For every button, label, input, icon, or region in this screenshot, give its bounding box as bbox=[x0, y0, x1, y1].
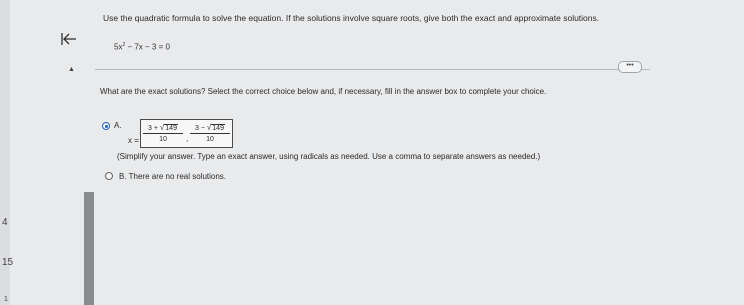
section-divider bbox=[95, 69, 650, 70]
equation: 5x2 − 7x − 3 = 0 bbox=[114, 42, 170, 52]
radicand: 149 bbox=[164, 124, 178, 132]
question-text: What are the exact solutions? Select the… bbox=[100, 87, 547, 96]
scrollbar-thumb[interactable] bbox=[84, 192, 94, 305]
x-equals-label: x = bbox=[128, 136, 139, 145]
choice-b-letter: B. bbox=[119, 172, 127, 181]
instruction-text: Use the quadratic formula to solve the e… bbox=[103, 13, 600, 23]
answer-fraction-2: 3 − √149 10 bbox=[190, 123, 230, 143]
edge-number: 1 bbox=[4, 296, 8, 303]
edge-number: 4 bbox=[2, 217, 8, 228]
separator-comma: , bbox=[186, 134, 189, 143]
answer-fraction-1: 3 + √149 10 bbox=[143, 123, 183, 143]
back-arrow-icon[interactable] bbox=[60, 30, 78, 48]
choice-a-radio[interactable] bbox=[102, 122, 110, 130]
numerator: 3 + √149 bbox=[143, 123, 183, 134]
numerator: 3 − √149 bbox=[190, 123, 230, 134]
choice-b-radio[interactable] bbox=[105, 172, 113, 180]
radicand: 149 bbox=[211, 124, 225, 132]
more-options-button[interactable]: ••• bbox=[618, 61, 642, 73]
numerator-prefix: 3 − bbox=[195, 125, 207, 132]
choice-a-letter: A. bbox=[114, 121, 122, 130]
choice-b-label[interactable]: B. There are no real solutions. bbox=[119, 172, 226, 181]
bullet-icon: ▲ bbox=[68, 66, 75, 73]
answer-hint-text: (Simplify your answer. Type an exact ans… bbox=[117, 152, 541, 161]
denominator: 10 bbox=[159, 136, 167, 143]
choice-b-text: There are no real solutions. bbox=[128, 172, 227, 181]
answer-input-box[interactable]: 3 + √149 10 , 3 − √149 10 bbox=[140, 119, 233, 148]
numerator-prefix: 3 + bbox=[148, 125, 160, 132]
edge-number: 15 bbox=[2, 257, 14, 268]
equation-rest: − 7x − 3 = 0 bbox=[125, 42, 170, 52]
denominator: 10 bbox=[206, 136, 214, 143]
